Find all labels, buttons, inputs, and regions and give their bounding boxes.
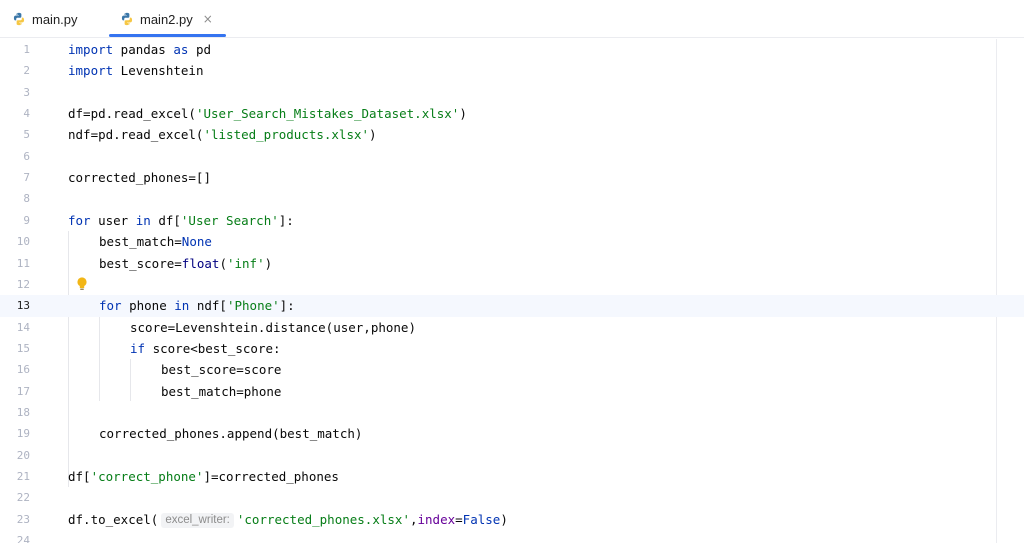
tab-main-py[interactable]: main.py (12, 0, 78, 38)
line-number: 4 (23, 107, 30, 121)
code-line: 16 best_score=score (0, 359, 1024, 380)
code-text[interactable]: for user in df['User Search']: (68, 210, 294, 231)
code-text[interactable]: for phone in ndf['Phone']: (99, 295, 295, 316)
code-text[interactable]: corrected_phones=[] (68, 167, 211, 188)
tab-label: main.py (32, 11, 78, 27)
line-number: 16 (16, 363, 30, 377)
code-line: 7 corrected_phones=[] (0, 167, 1024, 188)
code-text[interactable]: best_match=phone (161, 381, 281, 402)
code-editor[interactable]: 1 import pandas as pd 2 import Levenshte… (0, 39, 1024, 543)
active-tab-indicator (109, 34, 226, 37)
line-number: 2 (23, 64, 30, 78)
code-line: 14 score=Levenshtein.distance(user,phone… (0, 317, 1024, 338)
code-line: 11 best_score=float('inf') (0, 253, 1024, 274)
line-number: 9 (23, 213, 30, 227)
code-line: 2 import Levenshtein (0, 60, 1024, 81)
code-text[interactable]: best_match=None (99, 231, 212, 252)
python-icon (13, 12, 25, 26)
code-line: 22 (0, 487, 1024, 508)
code-text[interactable]: df=pd.read_excel('User_Search_Mistakes_D… (68, 103, 467, 124)
code-line: 21 df['correct_phone']=corrected_phones (0, 466, 1024, 487)
code-line: 18 (0, 402, 1024, 423)
line-number: 14 (16, 320, 30, 334)
code-line: 23 df.to_excel(excel_writer:'corrected_p… (0, 509, 1024, 530)
code-line-current: 13 for phone in ndf['Phone']: (0, 295, 1024, 317)
line-number: 23 (16, 512, 30, 526)
code-line: 10 best_match=None (0, 231, 1024, 252)
line-number: 5 (23, 128, 30, 142)
line-number: 17 (16, 384, 30, 398)
code-line: 17 best_match=phone (0, 381, 1024, 402)
code-text[interactable]: best_score=score (161, 359, 281, 380)
code-text[interactable]: import pandas as pd (68, 39, 211, 60)
line-number: 20 (16, 448, 30, 462)
line-number: 1 (23, 43, 30, 56)
code-line: 5 ndf=pd.read_excel('listed_products.xls… (0, 124, 1024, 145)
line-number: 11 (16, 256, 30, 270)
code-text[interactable]: score=Levenshtein.distance(user,phone) (130, 317, 416, 338)
tab-label: main2.py (140, 11, 193, 27)
line-number: 8 (23, 192, 30, 206)
line-number: 21 (16, 470, 30, 483)
code-line: 9 for user in df['User Search']: (0, 210, 1024, 231)
line-number: 6 (23, 149, 30, 163)
python-icon (121, 12, 133, 26)
code-line: 20 (0, 445, 1024, 466)
code-text[interactable]: df.to_excel(excel_writer:'corrected_phon… (68, 509, 508, 530)
code-text[interactable]: corrected_phones.append(best_match) (99, 423, 362, 444)
code-line: 8 (0, 188, 1024, 209)
parameter-hint: excel_writer: (161, 512, 234, 528)
code-text[interactable]: import Levenshtein (68, 60, 203, 81)
code-line: 6 (0, 146, 1024, 167)
code-line: 15 if score<best_score: (0, 338, 1024, 359)
code-line: 24 (0, 530, 1024, 543)
code-line: 12 (0, 274, 1024, 295)
code-line: 3 (0, 82, 1024, 103)
line-number: 13 (16, 299, 30, 313)
line-number: 12 (16, 277, 30, 291)
line-number: 24 (16, 534, 30, 543)
code-text[interactable]: best_score=float('inf') (99, 253, 272, 274)
line-number: 19 (16, 427, 30, 441)
tab-main2-py[interactable]: main2.py × (120, 0, 213, 38)
line-number: 15 (16, 341, 30, 355)
code-text[interactable]: ndf=pd.read_excel('listed_products.xlsx'… (68, 124, 377, 145)
line-number: 7 (23, 171, 30, 185)
close-tab-icon[interactable]: × (203, 12, 213, 26)
code-line: 1 import pandas as pd (0, 39, 1024, 60)
code-line: 4 df=pd.read_excel('User_Search_Mistakes… (0, 103, 1024, 124)
line-number: 22 (16, 491, 30, 505)
code-text[interactable]: if score<best_score: (130, 338, 281, 359)
code-line: 19 corrected_phones.append(best_match) (0, 423, 1024, 444)
editor-tab-bar: main.py main2.py × (0, 0, 1024, 38)
line-number: 10 (16, 235, 30, 249)
line-number: 18 (16, 405, 30, 419)
lightbulb-icon[interactable] (76, 276, 88, 292)
code-text[interactable]: df['correct_phone']=corrected_phones (68, 466, 339, 487)
line-number: 3 (23, 85, 30, 99)
